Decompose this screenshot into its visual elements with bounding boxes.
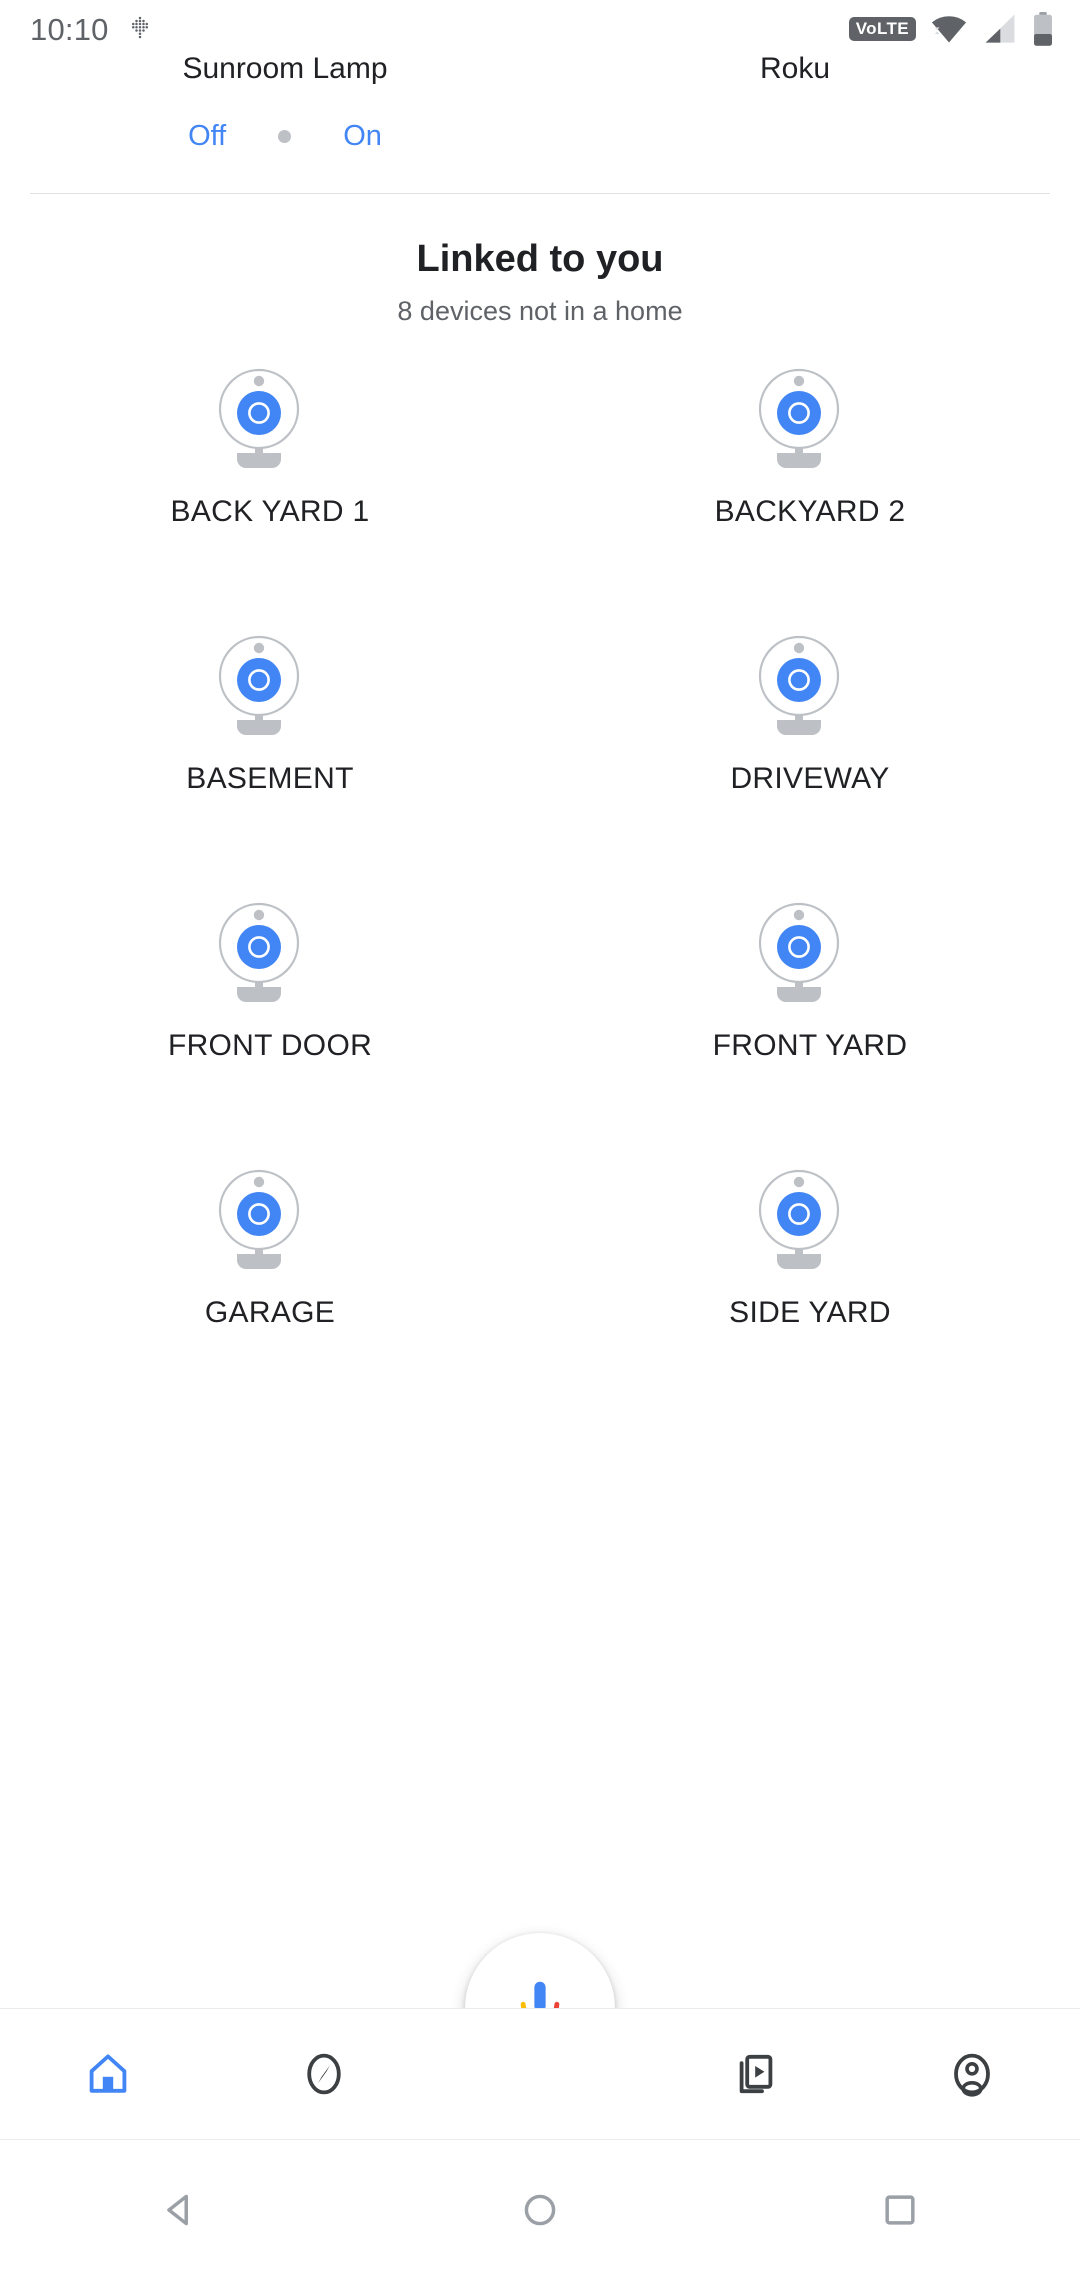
- top-device-row: Sunroom Lamp Roku: [0, 54, 1080, 84]
- top-device-name: Roku: [759, 52, 831, 85]
- home-circle-icon: [524, 2194, 556, 2226]
- volte-icon: VoLTE: [848, 17, 916, 41]
- camera-icon: [205, 891, 335, 1009]
- cell-signal-icon: [985, 14, 1015, 43]
- top-device-sunroom-lamp[interactable]: Sunroom Lamp: [30, 54, 540, 84]
- system-back-button[interactable]: [0, 2188, 360, 2232]
- camera-icon: [205, 357, 335, 475]
- device-tile[interactable]: BASEMENT: [0, 608, 540, 875]
- sunroom-lamp-toggle-group: Off On: [30, 84, 540, 151]
- camera-icon: [745, 624, 875, 742]
- device-tile[interactable]: GARAGE: [0, 1142, 540, 1409]
- nav-fab-spacer: [432, 2009, 648, 2139]
- device-tile[interactable]: DRIVEWAY: [540, 608, 1080, 875]
- device-label: FRONT DOOR: [167, 1029, 373, 1062]
- media-cast-icon: [739, 2054, 773, 2094]
- device-tile[interactable]: FRONT YARD: [540, 875, 1080, 1142]
- device-label: SIDE YARD: [729, 1296, 891, 1329]
- device-label: DRIVEWAY: [730, 762, 890, 795]
- nav-item-media[interactable]: [648, 2009, 864, 2139]
- back-triangle-icon: [167, 2194, 188, 2226]
- top-device-roku[interactable]: Roku: [540, 54, 1050, 84]
- device-tile[interactable]: BACK YARD 1: [0, 341, 540, 608]
- device-label: BASEMENT: [186, 762, 354, 795]
- camera-icon: [745, 1158, 875, 1276]
- compass-explore-icon: [307, 2053, 341, 2095]
- toggle-separator-dot: [278, 130, 292, 143]
- status-clock: 10:10: [30, 11, 109, 47]
- top-device-name: Sunroom Lamp: [182, 52, 388, 85]
- camera-icon: [745, 891, 875, 1009]
- nav-item-account[interactable]: [864, 2009, 1080, 2139]
- device-label: BACK YARD 1: [170, 495, 370, 528]
- device-tile[interactable]: SIDE YARD: [540, 1142, 1080, 1409]
- top-toggle-container: Off On: [0, 84, 1080, 151]
- home-icon: [89, 2054, 127, 2093]
- page-title: Linked to you: [416, 238, 664, 280]
- camera-icon: [205, 624, 335, 742]
- device-label: BACKYARD 2: [714, 495, 906, 528]
- nav-item-explore[interactable]: [216, 2009, 432, 2139]
- device-tile[interactable]: FRONT DOOR: [0, 875, 540, 1142]
- toggle-on-button[interactable]: On: [343, 122, 382, 151]
- recents-square-icon: [885, 2195, 915, 2225]
- system-home-button[interactable]: [360, 2188, 720, 2232]
- camera-icon: [745, 357, 875, 475]
- android-system-navigation-bar: [0, 2139, 1080, 2280]
- device-grid: BACK YARD 1 BACKYARD 2 BASEMENT DRIVEWAY FRO…: [0, 341, 1080, 1409]
- page-subtitle: 8 devices not in a home: [397, 296, 683, 326]
- account-circle-icon: [954, 2053, 990, 2097]
- wifi-icon: [931, 16, 967, 43]
- device-tile[interactable]: BACKYARD 2: [540, 341, 1080, 608]
- status-bar-right: VoLTE: [848, 12, 1054, 46]
- bottom-navigation-bar: [0, 2008, 1080, 2139]
- dots-grid-icon: [131, 16, 148, 39]
- section-divider: [30, 193, 1050, 194]
- status-bar: 10:10 VoLTE: [0, 0, 1080, 58]
- device-label: GARAGE: [204, 1296, 336, 1329]
- camera-icon: [205, 1158, 335, 1276]
- battery-icon: [1034, 12, 1052, 46]
- roku-toggle-group-empty: [540, 84, 1050, 151]
- status-bar-left: 10:10: [30, 14, 155, 45]
- toggle-off-button[interactable]: Off: [188, 122, 226, 151]
- system-recents-button[interactable]: [720, 2188, 1080, 2232]
- device-label: FRONT YARD: [712, 1029, 908, 1062]
- linked-to-you-header: Linked to you 8 devices not in a home: [0, 240, 1080, 325]
- nav-item-home[interactable]: [0, 2009, 216, 2139]
